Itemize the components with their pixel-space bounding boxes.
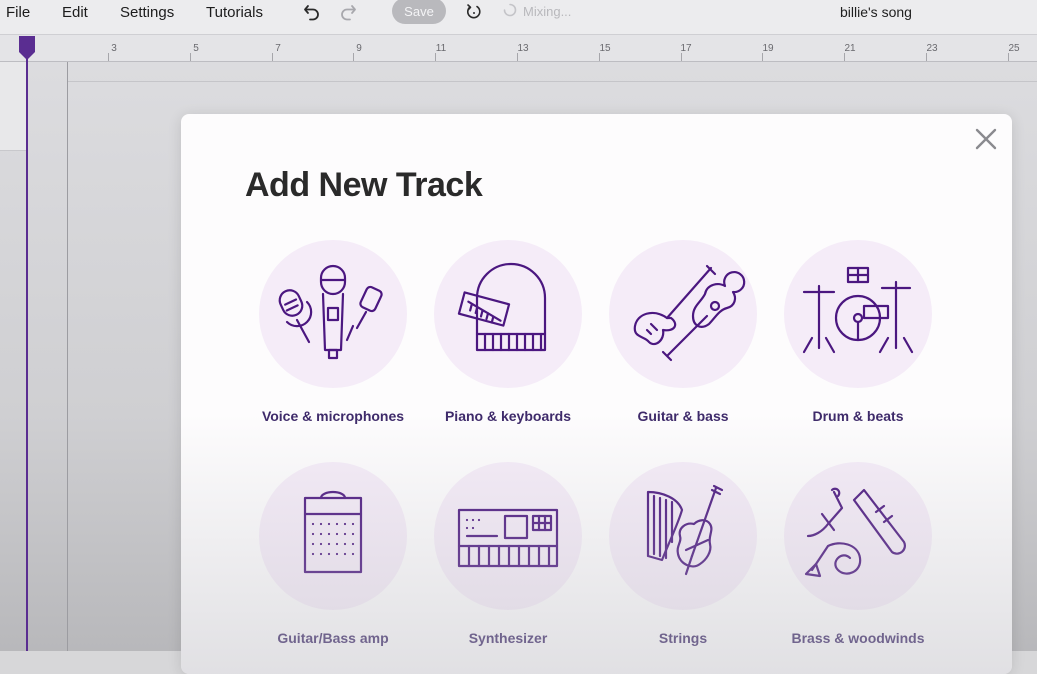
add-track-modal: Add New Track Voice & microphones Piano … — [181, 114, 1012, 674]
modal-title: Add New Track — [245, 166, 483, 204]
ruler-label: 5 — [193, 43, 199, 54]
ruler-label: 9 — [356, 43, 362, 54]
drums-icon — [798, 262, 918, 367]
mixing-status: Mixing... — [503, 3, 571, 20]
tile-circle — [609, 462, 757, 610]
tile-label: Brass & woodwinds — [791, 630, 925, 646]
strings-icon — [628, 484, 738, 589]
amp-icon — [283, 484, 383, 589]
track-guitar-bass-amp[interactable]: Guitar/Bass amp — [245, 462, 421, 672]
ruler-label: 11 — [435, 43, 447, 54]
close-icon — [975, 128, 997, 155]
redo-icon[interactable] — [338, 2, 358, 27]
ruler-tick — [1008, 53, 1009, 61]
ruler-tick — [517, 53, 518, 61]
ruler-label: 13 — [517, 43, 529, 54]
track-header[interactable] — [0, 62, 27, 151]
brass-icon — [798, 484, 918, 589]
guitar-icon — [623, 262, 746, 367]
tile-circle — [784, 240, 932, 388]
tile-circle — [434, 240, 582, 388]
ruler-label: 7 — [275, 43, 281, 54]
ruler-tick — [272, 53, 273, 61]
track-strings[interactable]: Strings — [595, 462, 771, 672]
ruler-label: 25 — [1008, 43, 1020, 54]
refresh-icon[interactable] — [465, 3, 483, 26]
ruler-tick — [353, 53, 354, 61]
menu-tutorials[interactable]: Tutorials — [206, 4, 263, 21]
ruler-tick — [762, 53, 763, 61]
playhead-marker-icon[interactable] — [18, 36, 36, 67]
close-button[interactable] — [971, 126, 1001, 156]
ruler-label: 15 — [599, 43, 611, 54]
tile-circle — [434, 462, 582, 610]
ruler-label: 19 — [762, 43, 774, 54]
track-brass-woodwinds[interactable]: Brass & woodwinds — [770, 462, 946, 672]
playhead-line — [26, 48, 28, 651]
track-piano-keyboards[interactable]: Piano & keyboards — [420, 240, 596, 450]
track-divider — [67, 62, 68, 651]
piano-icon — [453, 262, 563, 367]
tile-circle — [784, 462, 932, 610]
tile-label: Strings — [658, 630, 708, 646]
ruler-label: 21 — [844, 43, 856, 54]
menu-file[interactable]: File — [6, 4, 30, 21]
mixing-label: Mixing... — [523, 4, 572, 19]
ruler-tick — [108, 53, 109, 61]
grid-line — [68, 81, 1037, 82]
tile-circle — [609, 240, 757, 388]
tile-label: Guitar/Bass amp — [277, 630, 389, 646]
synthesizer-icon — [453, 484, 563, 589]
ruler-label: 17 — [680, 43, 692, 54]
track-synthesizer[interactable]: Synthesizer — [420, 462, 596, 672]
timeline-ruler[interactable]: 3 5 7 9 11 13 15 17 19 21 23 25 — [0, 35, 1037, 62]
microphones-icon — [273, 262, 393, 367]
save-button[interactable]: Save — [392, 0, 446, 24]
ruler-tick — [435, 53, 436, 61]
track-drum-beats[interactable]: Drum & beats — [770, 240, 946, 450]
ruler-tick — [844, 53, 845, 61]
song-title[interactable]: billie's song — [840, 4, 912, 20]
tile-label: Guitar & bass — [637, 408, 729, 424]
ruler-label: 23 — [926, 43, 938, 54]
track-voice-microphones[interactable]: Voice & microphones — [245, 240, 421, 450]
tile-label: Synthesizer — [468, 630, 548, 646]
undo-icon[interactable] — [302, 2, 322, 27]
ruler-label: 3 — [111, 43, 117, 54]
menu-bar: File Edit Settings Tutorials Save Mixing… — [0, 0, 1037, 35]
tile-label: Voice & microphones — [261, 408, 405, 424]
ruler-tick — [681, 53, 682, 61]
tile-circle — [259, 240, 407, 388]
tile-circle — [259, 462, 407, 610]
tile-label: Piano & keyboards — [444, 408, 572, 424]
spinner-icon — [503, 3, 517, 20]
ruler-tick — [190, 53, 191, 61]
ruler-tick — [599, 53, 600, 61]
menu-edit[interactable]: Edit — [62, 4, 88, 21]
menu-settings[interactable]: Settings — [120, 4, 174, 21]
ruler-tick — [926, 53, 927, 61]
tile-label: Drum & beats — [812, 408, 904, 424]
track-guitar-bass[interactable]: Guitar & bass — [595, 240, 771, 450]
